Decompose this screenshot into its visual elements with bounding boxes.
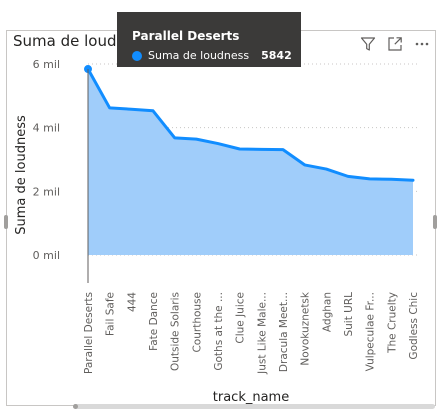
y-tick-label: 0 mil <box>33 249 60 262</box>
x-tick-label: Clue Juice <box>235 292 247 344</box>
x-tick-label: Just Like Male... <box>256 292 268 375</box>
x-tick-label: Dracula Meet... <box>278 292 290 372</box>
x-tick-label: Courthouse <box>191 292 203 353</box>
x-tick-label: Goths at the ... <box>213 292 225 371</box>
x-tick-label: 444 <box>126 292 138 312</box>
area-fill <box>88 69 413 255</box>
x-axis-title: track_name <box>213 390 289 405</box>
y-tick-label: 2 mil <box>33 185 60 198</box>
tooltip-title: Parallel Deserts <box>132 29 240 43</box>
x-tick-label: Outside Solaris <box>170 292 182 371</box>
tooltip-series-label: Suma de loudness <box>148 49 250 62</box>
series-color-dot <box>132 50 142 61</box>
horizontal-scrollbar[interactable] <box>73 404 435 409</box>
y-axis-title: Suma de loudness <box>14 115 29 235</box>
x-tick-label: Fate Dance <box>148 292 160 351</box>
tooltip-row: Suma de loudness 5842 <box>132 49 301 62</box>
tooltip: Parallel Deserts Suma de loudness 5842 <box>117 12 301 67</box>
y-tick-label: 6 mil <box>33 58 60 71</box>
x-tick-label: Adghan <box>321 292 333 332</box>
y-tick-label: 4 mil <box>33 122 60 135</box>
x-tick-label: Godless Chic <box>408 292 420 360</box>
tooltip-value: 5842 <box>261 49 292 62</box>
x-tick-label: Novokuznetsk <box>300 291 312 366</box>
x-tick-label: Vulpeculae Fr... <box>365 292 377 371</box>
x-tick-label: The Cruelty <box>386 292 398 354</box>
x-tick-label: Fail Safe <box>105 292 117 336</box>
scrollbar-thumb[interactable] <box>73 404 78 409</box>
x-tick-label: Suit URL <box>343 292 355 337</box>
x-tick-label: Parallel Deserts <box>83 292 95 374</box>
